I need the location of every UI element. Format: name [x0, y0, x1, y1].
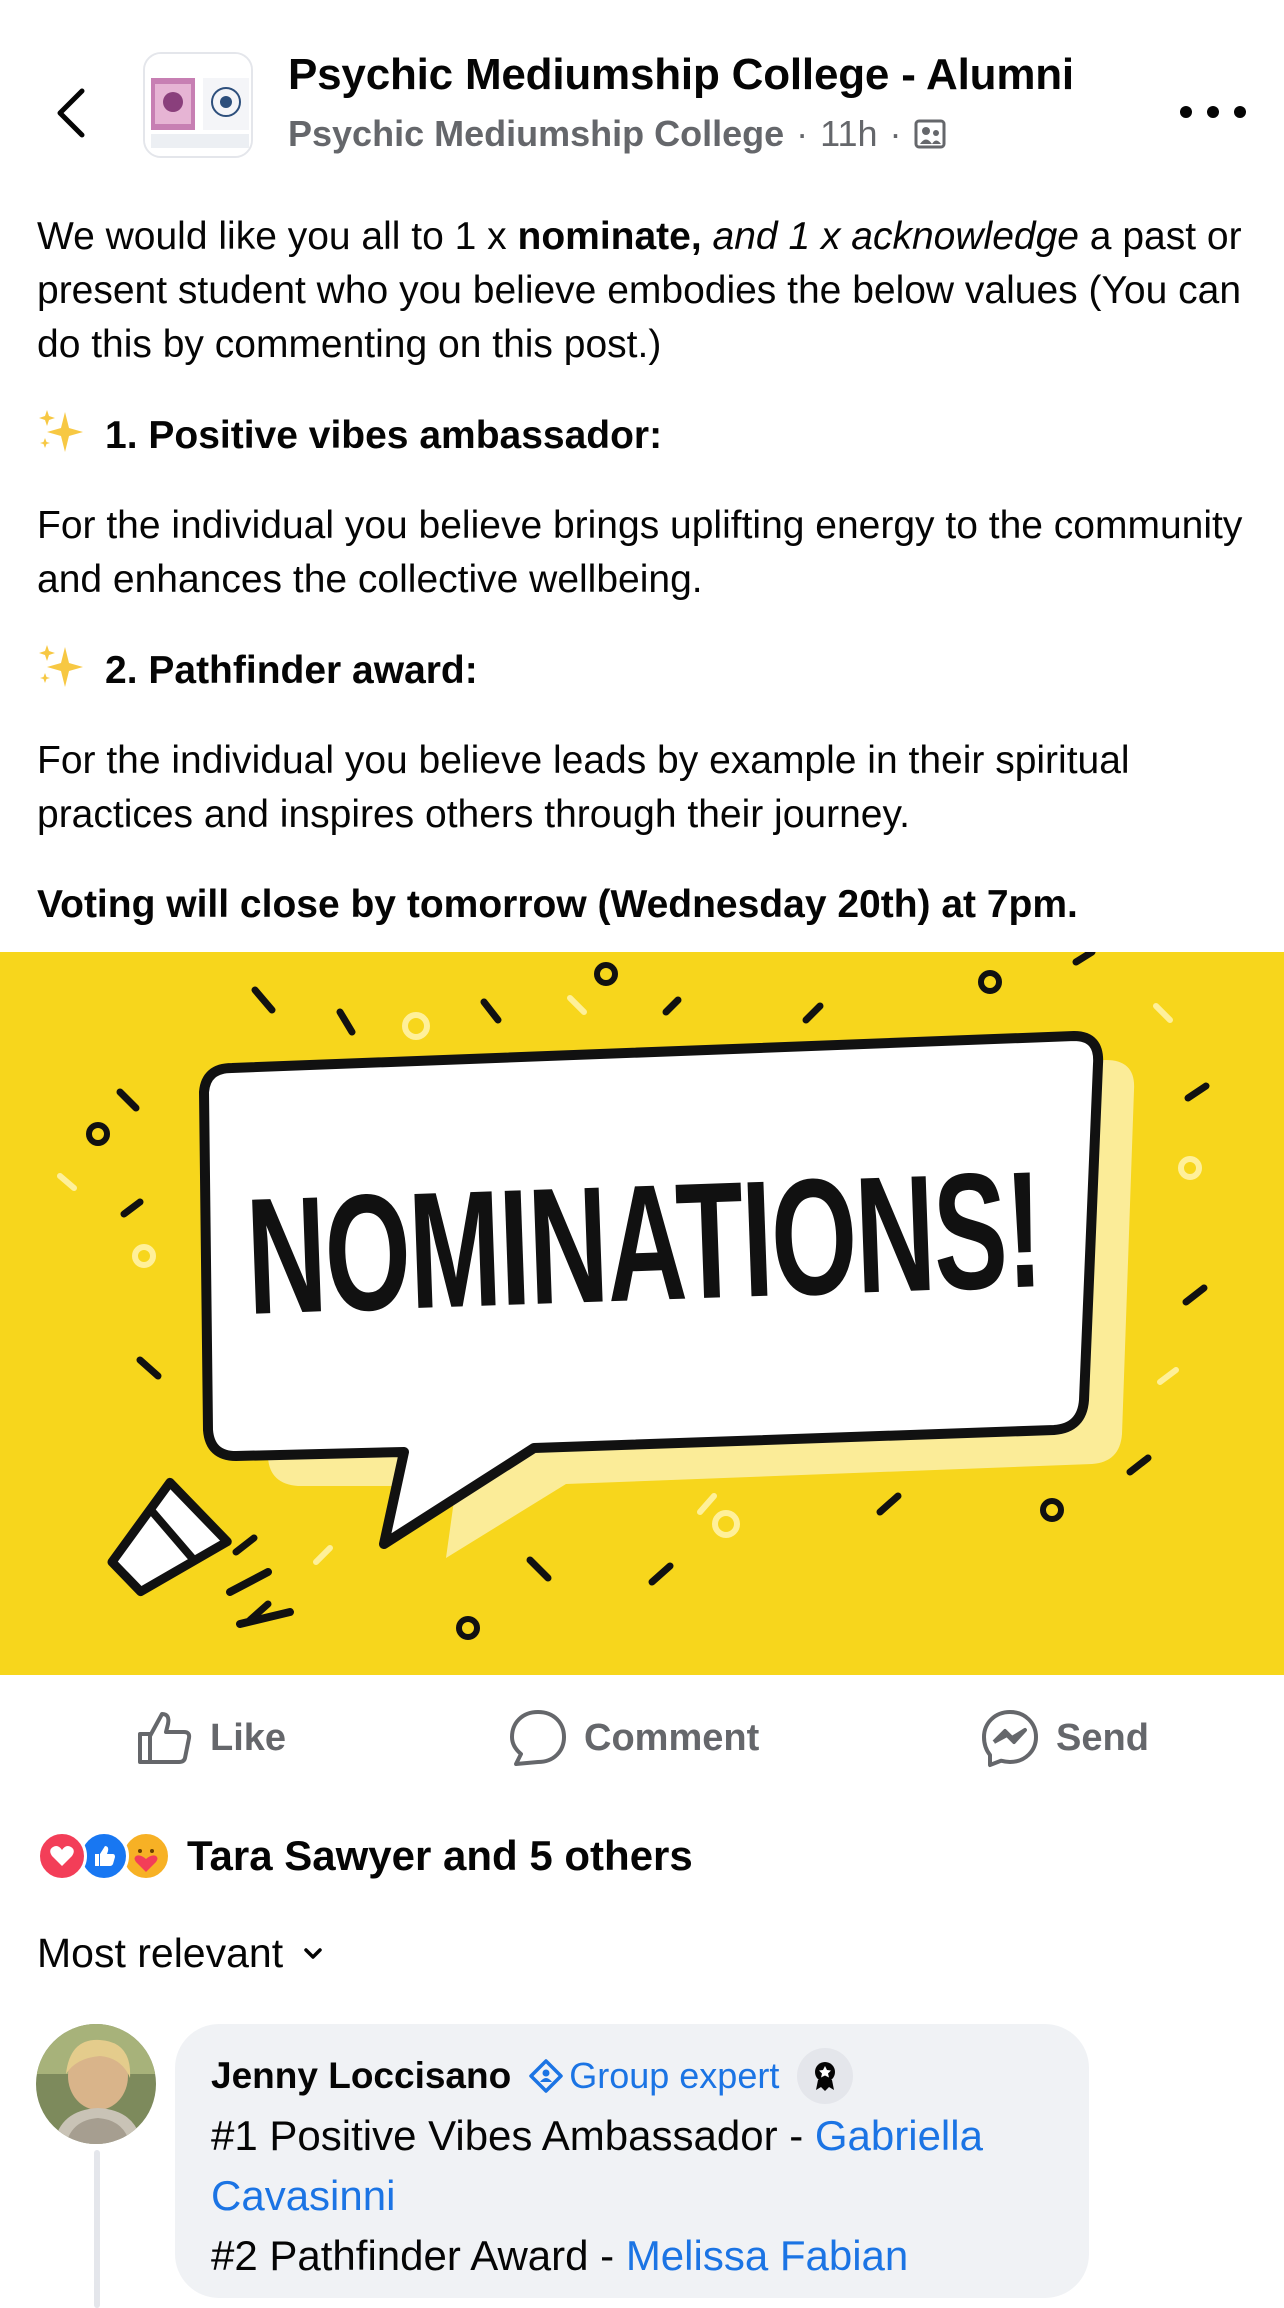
like-button[interactable]: Like — [134, 1706, 286, 1770]
post-body: We would like you all to 1 x nominate, a… — [37, 210, 1257, 968]
group-name-link[interactable]: Psychic Mediumship College — [288, 113, 784, 155]
badge-label: Group expert — [569, 2055, 780, 2096]
intro-italic: and 1 x acknowledge — [701, 215, 1079, 258]
comment-line1-prefix: #1 Positive Vibes Ambassador - — [211, 2112, 815, 2159]
more-options-button[interactable] — [1180, 92, 1246, 132]
meta-separator: · — [796, 113, 809, 154]
mention-link[interactable]: Melissa Fabian — [626, 2232, 908, 2279]
more-dot-icon — [1207, 106, 1219, 118]
comment-header: Jenny Loccisano Group expert — [211, 2048, 1053, 2104]
sparkles-icon — [39, 410, 83, 452]
comment-text: #1 Positive Vibes Ambassador - Gabriella… — [211, 2106, 1053, 2286]
more-dot-icon — [1234, 106, 1246, 118]
image-headline: NOMINATIONS! — [244, 1137, 1044, 1349]
intro-bold: nominate, — [517, 215, 702, 258]
award2-description: For the individual you believe leads by … — [37, 739, 1130, 836]
like-label: Like — [210, 1716, 287, 1759]
meta-separator: · — [889, 113, 902, 154]
comment-bubble[interactable]: Jenny Loccisano Group expert #1 Positive… — [175, 2024, 1089, 2298]
post-actions: Like Comment Send — [0, 1680, 1284, 1794]
reactions-text[interactable]: Tara Sawyer and 5 others — [187, 1832, 693, 1880]
group-thumbnail[interactable] — [143, 52, 253, 158]
award1-description: For the individual you believe brings up… — [37, 504, 1243, 601]
send-label: Send — [1056, 1716, 1149, 1759]
send-button[interactable]: Send — [980, 1706, 1149, 1770]
chevron-down-icon — [304, 1947, 322, 1959]
nominations-graphic: NOMINATIONS! — [0, 952, 1284, 1675]
sparkles-icon — [39, 645, 83, 687]
group-title[interactable]: Psychic Mediumship College - Alumni — [288, 50, 1074, 100]
more-dot-icon — [1180, 106, 1192, 118]
reactions-summary[interactable]: Tara Sawyer and 5 others — [37, 1826, 693, 1886]
award1-heading: 1. Positive vibes ambassador: — [37, 408, 1257, 463]
group-privacy-icon — [914, 119, 946, 149]
commenter-name[interactable]: Jenny Loccisano — [211, 2055, 511, 2097]
post-meta: Psychic Mediumship College · 11h · — [288, 113, 946, 155]
commenter-avatar[interactable] — [36, 2024, 156, 2144]
group-expert-badge[interactable]: Group expert — [529, 2055, 779, 2097]
closing-text: Voting will close by tomorrow (Wednesday… — [37, 883, 1078, 926]
post-image[interactable]: NOMINATIONS! — [0, 952, 1284, 1675]
intro-text: We would like you all to 1 x — [37, 215, 518, 258]
post-time[interactable]: 11h — [820, 113, 877, 155]
award2-heading: 2. Pathfinder award: — [37, 643, 1257, 698]
comment-button[interactable]: Comment — [508, 1706, 759, 1770]
thread-line — [94, 2150, 100, 2308]
back-button[interactable] — [46, 78, 96, 148]
comment-bubble-icon — [510, 1710, 566, 1766]
award-icon[interactable] — [797, 2048, 854, 2104]
love-icon — [37, 1831, 87, 1881]
comment-sort-dropdown[interactable]: Most relevant — [37, 1930, 323, 1977]
comment-label: Comment — [584, 1716, 760, 1759]
thumbs-up-icon — [138, 1712, 192, 1764]
chevron-left-icon — [57, 88, 85, 138]
post-intro: We would like you all to 1 x nominate, a… — [37, 210, 1257, 372]
award1-title: 1. Positive vibes ambassador: — [105, 414, 663, 457]
messenger-icon — [982, 1710, 1038, 1767]
comment-line2-prefix: #2 Pathfinder Award - — [211, 2232, 626, 2279]
expert-badge-icon — [529, 2059, 563, 2093]
sort-label: Most relevant — [37, 1930, 284, 1976]
award2-title: 2. Pathfinder award: — [105, 649, 478, 692]
post-header: Psychic Mediumship College - Alumni Psyc… — [0, 0, 1284, 190]
voting-deadline: Voting will close by tomorrow (Wednesday… — [37, 878, 1257, 932]
group-logo-image — [145, 54, 251, 156]
